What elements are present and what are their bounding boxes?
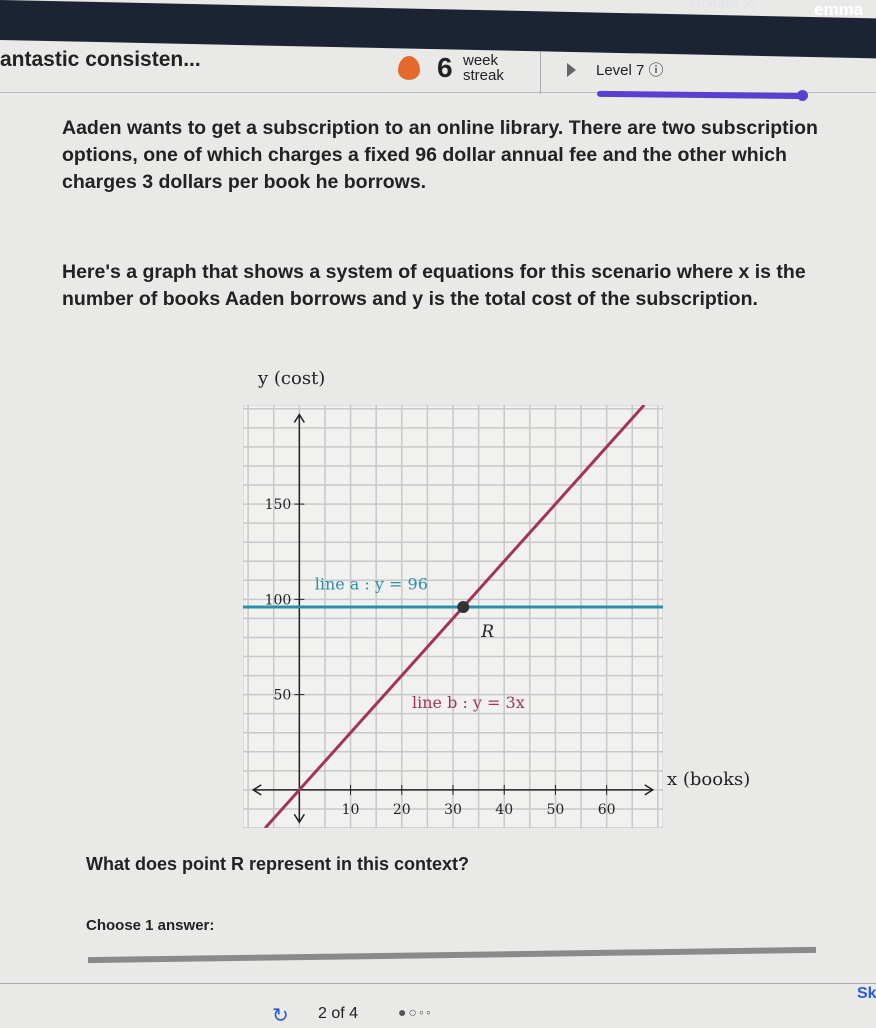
question-prompt: What does point R represent in this cont… xyxy=(86,854,470,874)
footer-divider xyxy=(0,983,876,984)
streak-label-streak: streak xyxy=(463,67,504,84)
x-tick-label: 30 xyxy=(444,802,462,818)
x-tick-label: 10 xyxy=(342,802,360,818)
user-menu[interactable]: emma xyxy=(814,0,863,20)
answer-choice[interactable] xyxy=(87,946,817,964)
level-progress-marker xyxy=(797,90,808,101)
x-tick-label: 20 xyxy=(393,802,411,818)
play-icon[interactable] xyxy=(567,63,576,77)
choose-label: Choose 1 answer: xyxy=(86,917,215,934)
streak-label: week streak xyxy=(463,53,504,83)
progress-dots: ●○◦◦ xyxy=(398,1004,433,1020)
y-axis-label: y (cost) xyxy=(258,368,326,389)
system-of-equations-graph: 10 20 30 40 50 6050100150line a : y = 96line … xyxy=(243,405,663,828)
donate-link[interactable]: Donate ↗ xyxy=(690,0,755,12)
question-paragraph-1: Aaden wants to get a subscription to an … xyxy=(62,117,818,193)
line-a-label: line a : y = 96 xyxy=(315,574,428,593)
skip-button[interactable]: Sk xyxy=(857,985,876,1003)
lesson-title: antastic consisten... xyxy=(0,48,201,71)
level-progress-bar xyxy=(596,90,808,100)
x-tick-label: 50 xyxy=(547,802,565,818)
divider xyxy=(540,52,541,94)
point-r-label: R xyxy=(480,622,494,642)
point-r xyxy=(457,600,470,613)
flame-icon xyxy=(398,56,420,80)
y-tick-label: 50 xyxy=(274,688,292,704)
y-tick-label: 150 xyxy=(265,497,292,513)
page-indicator: 2 of 4 xyxy=(318,1005,359,1022)
x-axis-label: x (books) xyxy=(667,769,751,790)
question-paragraph-2: Here's a graph that shows a system of eq… xyxy=(62,261,806,310)
x-tick-label: 40 xyxy=(495,802,513,818)
refresh-icon[interactable]: ↻ xyxy=(272,1003,289,1028)
level-label[interactable]: Level 7 ⓘ xyxy=(596,59,664,80)
streak-count: 6 xyxy=(437,52,453,83)
line-b-label: line b : y = 3x xyxy=(412,693,525,712)
x-tick-label: 60 xyxy=(598,802,616,818)
